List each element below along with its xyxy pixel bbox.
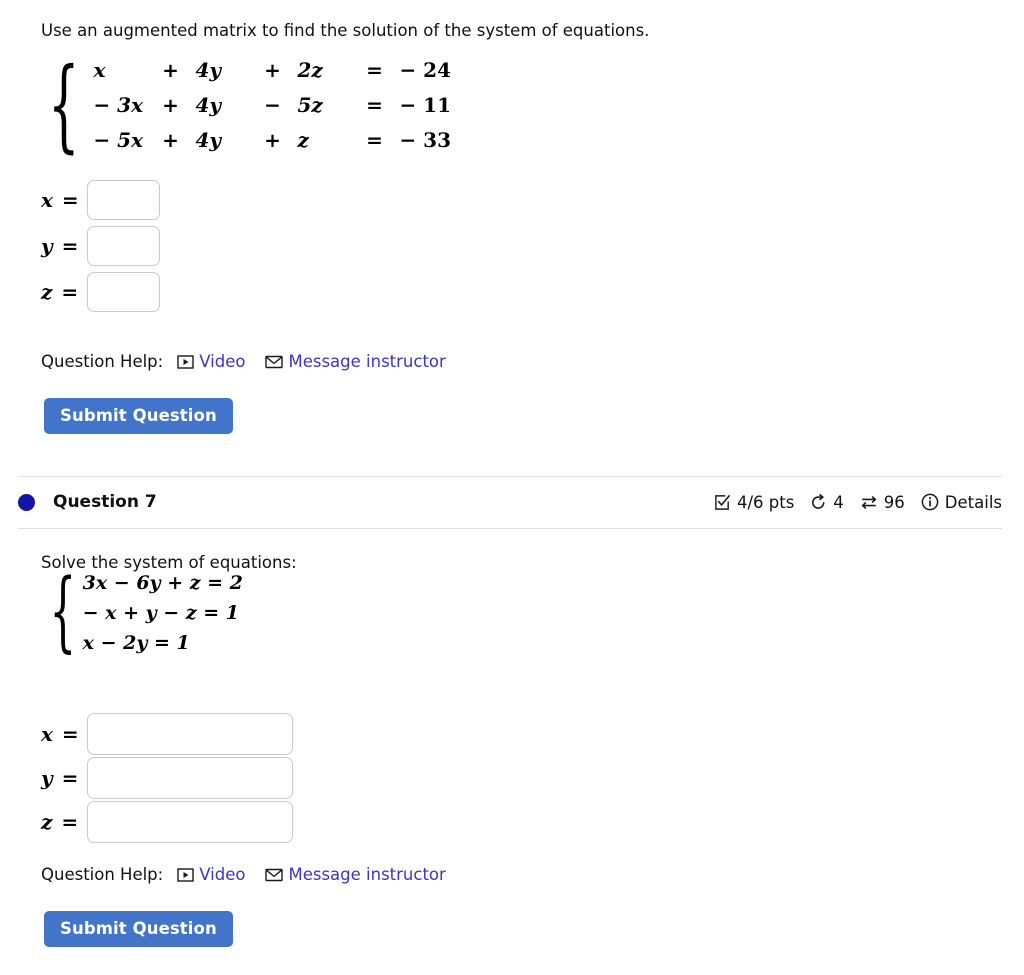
question7-system-lines: 3x − 6y + z = 2 − x + y − z = 1 x − 2y =…	[83, 572, 243, 654]
assignment-page: Use an augmented matrix to find the solu…	[0, 0, 1024, 975]
eq1-equals: =	[366, 58, 383, 82]
eq3-term1: − 5x	[93, 128, 144, 152]
question7-submit-button[interactable]: Submit Question	[44, 911, 233, 947]
question7-input-x[interactable]	[87, 713, 293, 755]
question7-input-z[interactable]	[87, 801, 293, 843]
video-icon	[177, 867, 194, 882]
eq3-op1: +	[162, 128, 179, 152]
question7-score-text: 4/6 pts	[736, 492, 795, 512]
question6-video-link[interactable]: Video	[177, 352, 245, 371]
eq1-term1: x	[93, 58, 106, 82]
question6-help-row: Question Help: Video Message instructor	[41, 352, 466, 371]
question7-header-status: 4/6 pts 4 96 Details	[714, 493, 1002, 512]
question7-retries-text: 96	[883, 492, 905, 512]
question6-submit-button[interactable]: Submit Question	[44, 398, 233, 434]
question7-eq2: − x + y − z = 1	[82, 602, 240, 624]
question7-answer-row-z: z =	[41, 801, 293, 843]
question7-answer-row-y: y =	[41, 757, 293, 799]
swap-arrows-icon	[860, 494, 878, 511]
question6-message-link[interactable]: Message instructor	[265, 352, 446, 371]
question7-input-y[interactable]	[87, 757, 293, 799]
question6-input-z[interactable]	[87, 272, 160, 312]
question6-label-z: z =	[41, 280, 80, 304]
question7-eq1: 3x − 6y + z = 2	[82, 572, 243, 594]
checked-box-icon	[714, 494, 731, 511]
eq3-op2: +	[264, 128, 281, 152]
question6-answer-fields: x = y = z =	[41, 180, 160, 318]
question7-header: Question 7 4/6 pts 4 96 Details	[18, 492, 1002, 512]
question7-answer-fields: x = y = z =	[41, 713, 293, 845]
question7-details-label: Details	[944, 492, 1002, 512]
question7-message-link[interactable]: Message instructor	[265, 865, 446, 884]
question7-message-label: Message instructor	[288, 865, 446, 884]
question6-equation-system: { x + 4y + 2z = − 24 − 3x + 4y − 5z = − …	[44, 45, 463, 164]
question7-label-y: y =	[41, 766, 80, 790]
eq3-equals: =	[366, 128, 383, 152]
video-icon	[177, 354, 194, 369]
question6-input-x[interactable]	[87, 180, 160, 220]
eq1-op2: +	[264, 58, 281, 82]
question6-prompt: Use an augmented matrix to find the solu…	[41, 21, 650, 40]
question6-message-label: Message instructor	[288, 352, 446, 371]
left-brace-icon: {	[47, 45, 80, 164]
question6-help-label: Question Help:	[41, 352, 164, 371]
question7-eq3: x − 2y = 1	[82, 632, 190, 654]
question7-help-label: Question Help:	[41, 865, 164, 884]
question6-label-y: y =	[41, 234, 80, 258]
question6-answer-row-y: y =	[41, 226, 160, 266]
question7-attempts-text: 4	[833, 492, 844, 512]
question7-prompt: Solve the system of equations:	[41, 553, 297, 572]
eq3-term3: z	[297, 128, 309, 152]
eq2-op1: +	[162, 93, 179, 117]
question7-header-left: Question 7	[18, 492, 157, 512]
question7-retries: 96	[860, 493, 905, 512]
question7-video-link[interactable]: Video	[177, 865, 245, 884]
question7-attempts: 4	[810, 493, 844, 512]
question7-score: 4/6 pts	[714, 493, 794, 512]
eq1-term3: 2z	[297, 58, 323, 82]
question7-help-row: Question Help: Video Message instructor	[41, 865, 466, 884]
question6-input-y[interactable]	[87, 226, 160, 266]
question6-video-label: Video	[199, 352, 246, 371]
eq2-term3: 5z	[297, 93, 323, 117]
unanswered-dot-icon	[18, 493, 35, 511]
question6-system-grid: x + 4y + 2z = − 24 − 3x + 4y − 5z = − 11…	[87, 58, 463, 152]
eq2-term2: 4y	[195, 93, 221, 117]
eq1-term2: 4y	[195, 58, 221, 82]
eq2-rhs: − 11	[399, 93, 452, 117]
question7-video-label: Video	[199, 865, 246, 884]
left-brace-icon: {	[49, 561, 77, 663]
question7-title: Question 7	[53, 492, 157, 512]
envelope-icon	[265, 868, 284, 882]
eq2-op2: −	[264, 93, 281, 117]
envelope-icon	[265, 355, 284, 369]
question7-details-button[interactable]: Details	[921, 493, 1002, 512]
question6-answer-row-x: x =	[41, 180, 160, 220]
eq3-rhs: − 33	[399, 128, 452, 152]
divider-top	[18, 476, 1002, 477]
question7-label-z: z =	[41, 810, 80, 834]
eq2-equals: =	[366, 93, 383, 117]
question7-answer-row-x: x =	[41, 713, 293, 755]
eq1-rhs: − 24	[399, 58, 452, 82]
undo-arrow-icon	[810, 493, 827, 511]
question6-label-x: x =	[41, 188, 80, 212]
question6-answer-row-z: z =	[41, 272, 160, 312]
divider-bottom	[18, 528, 1002, 529]
eq2-term1: − 3x	[93, 93, 144, 117]
question7-label-x: x =	[41, 722, 80, 746]
eq3-term2: 4y	[195, 128, 221, 152]
question7-equation-system: { 3x − 6y + z = 2 − x + y − z = 1 x − 2y…	[45, 561, 243, 663]
eq1-op1: +	[162, 58, 179, 82]
info-circle-icon	[921, 493, 939, 511]
